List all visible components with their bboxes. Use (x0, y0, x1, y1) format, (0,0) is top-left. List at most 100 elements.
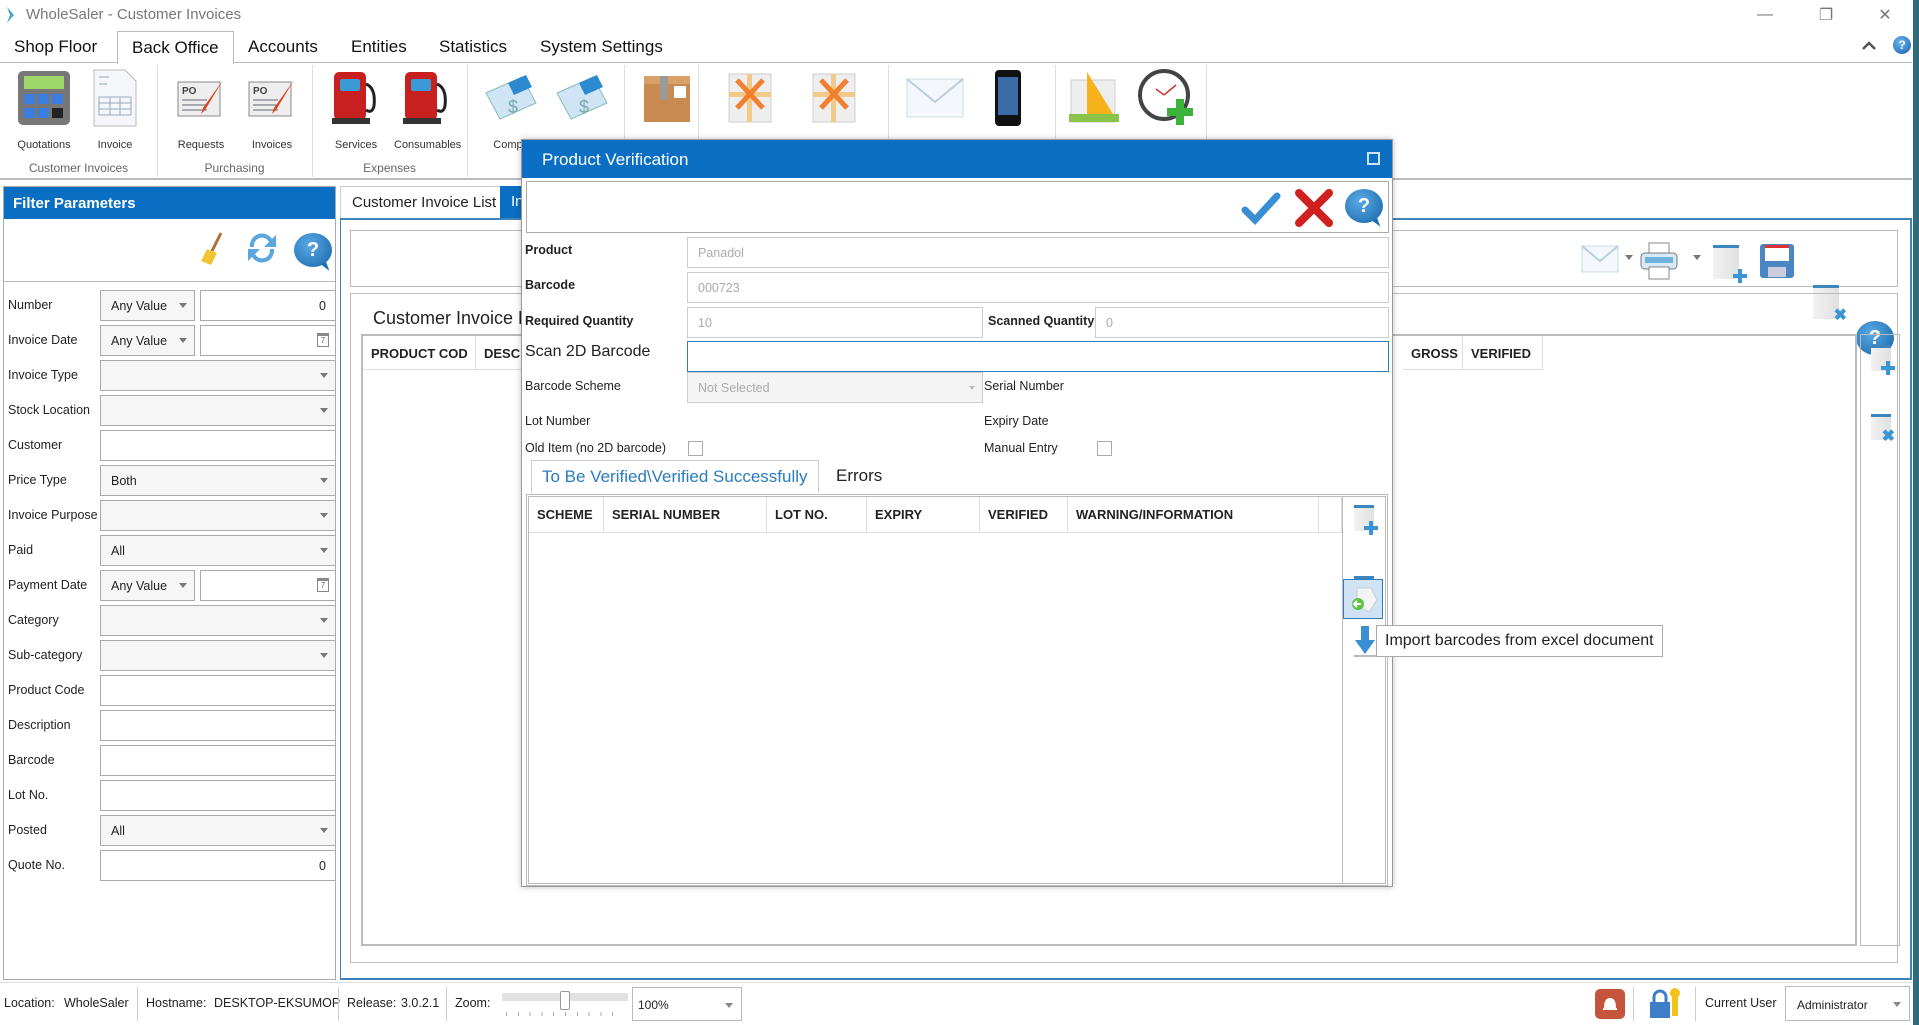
scan-2d-barcode-input[interactable] (687, 341, 1389, 372)
location-label: Location: (4, 996, 55, 1010)
ribbon-measure-button[interactable] (1061, 67, 1127, 129)
product-code-field[interactable] (100, 675, 336, 706)
ribbon-package-button[interactable] (634, 67, 700, 129)
number-operator-select[interactable]: Any Value (100, 290, 195, 321)
posted-select[interactable]: All (100, 815, 336, 846)
description-field[interactable] (100, 710, 336, 741)
tab-accounts[interactable]: Accounts (234, 31, 332, 63)
barcode-field[interactable] (100, 745, 336, 776)
close-button[interactable]: ✕ (1862, 0, 1908, 30)
customer-field[interactable] (100, 430, 336, 461)
current-user-select[interactable]: Administrator (1785, 986, 1910, 1021)
column-header-serial-number[interactable]: SERIAL NUMBER (604, 497, 767, 533)
payment-date-value-field[interactable]: 7 (200, 570, 336, 601)
current-user-value: Administrator (1797, 998, 1868, 1012)
scanned-quantity-field[interactable]: 0 (1095, 307, 1389, 338)
category-select[interactable] (100, 605, 336, 636)
print-dropdown-arrow[interactable] (1693, 255, 1701, 260)
ribbon-purchase-invoices-button[interactable]: PO Invoices (239, 67, 305, 151)
calendar-icon[interactable]: 7 (317, 578, 329, 592)
ribbon-invoice-button[interactable]: Invoice (82, 67, 148, 151)
column-header-warning-information[interactable]: WARNING/INFORMATION (1068, 497, 1319, 533)
help-icon[interactable]: ? (1345, 189, 1383, 223)
paid-select[interactable]: All (100, 535, 336, 566)
ribbon-sms-button[interactable] (975, 67, 1041, 129)
invoice-details-title: Customer Invoice D (373, 308, 532, 328)
ribbon-email-button[interactable] (902, 67, 968, 129)
status-separator (446, 987, 447, 1021)
window-edge (1913, 0, 1919, 1025)
quote-no-field[interactable]: 0 (100, 850, 336, 881)
product-field[interactable]: Panadol (687, 237, 1389, 268)
ribbon-services-button[interactable]: Services (323, 67, 389, 151)
filter-label: Number (8, 298, 53, 312)
column-header-verified[interactable]: VERIFIED (980, 497, 1068, 533)
fuel-pump-icon (327, 67, 385, 129)
broom-clear-icon[interactable] (199, 231, 225, 270)
minimize-button[interactable]: — (1742, 0, 1788, 30)
tab-shop-floor[interactable]: Shop Floor (0, 31, 111, 63)
download-arrow-icon[interactable] (1354, 625, 1376, 660)
tab-statistics[interactable]: Statistics (425, 31, 521, 63)
invoice-purpose-select[interactable] (100, 500, 336, 531)
help-icon[interactable]: ? (294, 233, 332, 267)
restore-button[interactable]: ❐ (1803, 0, 1849, 30)
ribbon-consumables-button[interactable]: Consumables (394, 67, 461, 151)
email-dropdown-arrow[interactable] (1625, 255, 1633, 260)
required-quantity-field[interactable]: 10 (687, 307, 983, 338)
confirm-check-icon[interactable] (1241, 188, 1281, 231)
payment-date-operator-select[interactable]: Any Value (100, 570, 195, 601)
add-barcode-icon[interactable] (1352, 503, 1378, 535)
tab-back-office[interactable]: Back Office (117, 31, 234, 64)
envelope-icon[interactable] (1581, 245, 1619, 276)
price-type-select[interactable]: Both (100, 465, 336, 496)
lot-no-field[interactable] (100, 780, 336, 811)
save-icon[interactable] (1759, 243, 1795, 282)
manual-entry-checkbox[interactable] (1097, 441, 1112, 456)
scan-2d-barcode-label: Scan 2D Barcode (525, 343, 651, 360)
column-header-scheme[interactable]: SCHEME (529, 497, 604, 533)
zoom-slider-thumb[interactable] (560, 991, 570, 1010)
barcode-scheme-select[interactable]: Not Selected (687, 372, 983, 403)
column-header-gross[interactable]: GROSS (1403, 336, 1463, 370)
invoice-date-operator-select[interactable]: Any Value (100, 325, 195, 356)
column-header-lot-no[interactable]: LOT NO. (767, 497, 867, 533)
ribbon-gift-button[interactable] (717, 67, 783, 129)
column-header-expiry[interactable]: EXPIRY (867, 497, 980, 533)
invoice-type-select[interactable] (100, 360, 336, 391)
number-value-field[interactable]: 0 (200, 290, 336, 321)
maximize-icon[interactable] (1367, 152, 1380, 165)
sub-category-select[interactable] (100, 640, 336, 671)
stock-location-select[interactable] (100, 395, 336, 426)
ribbon-cheque-button[interactable]: $ (549, 67, 615, 129)
ribbon-quotations-button[interactable]: Quotations (11, 67, 77, 151)
tab-errors[interactable]: Errors (826, 460, 892, 493)
tab-to-be-verified[interactable]: To Be Verified\Verified Successfully (531, 460, 819, 493)
cancel-x-icon[interactable] (1293, 187, 1335, 232)
help-icon[interactable]: ? (1893, 36, 1911, 54)
add-line-icon[interactable] (1869, 343, 1895, 375)
tab-entities[interactable]: Entities (337, 31, 421, 63)
tab-system-settings[interactable]: System Settings (526, 31, 677, 63)
calendar-icon[interactable]: 7 (317, 333, 329, 347)
zoom-select[interactable]: 100% (632, 987, 742, 1021)
security-lock-key-icon[interactable] (1648, 988, 1682, 1023)
old-item-checkbox[interactable] (688, 441, 703, 456)
printer-icon[interactable] (1639, 241, 1679, 284)
column-header-product-code[interactable]: PRODUCT COD (363, 336, 476, 370)
zoom-slider[interactable] (502, 991, 628, 1017)
ribbon-gift-button-2[interactable] (801, 67, 867, 129)
column-header-verified[interactable]: VERIFIED (1463, 336, 1543, 370)
tab-customer-invoice-list[interactable]: Customer Invoice List (340, 186, 509, 218)
filter-label: Invoice Type (8, 368, 78, 382)
chevron-up-icon[interactable] (1862, 39, 1876, 53)
notification-bell-icon[interactable] (1595, 989, 1625, 1019)
import-excel-button[interactable] (1343, 579, 1383, 619)
new-document-icon[interactable] (1711, 243, 1747, 283)
ribbon-clock-add-button[interactable] (1134, 67, 1200, 129)
delete-line-icon[interactable]: ✖ (1869, 412, 1895, 445)
barcode-field[interactable]: 000723 (687, 272, 1389, 303)
refresh-icon[interactable] (244, 231, 280, 268)
ribbon-requests-button[interactable]: PO Requests (168, 67, 234, 151)
invoice-date-value-field[interactable]: 7 (200, 325, 336, 356)
